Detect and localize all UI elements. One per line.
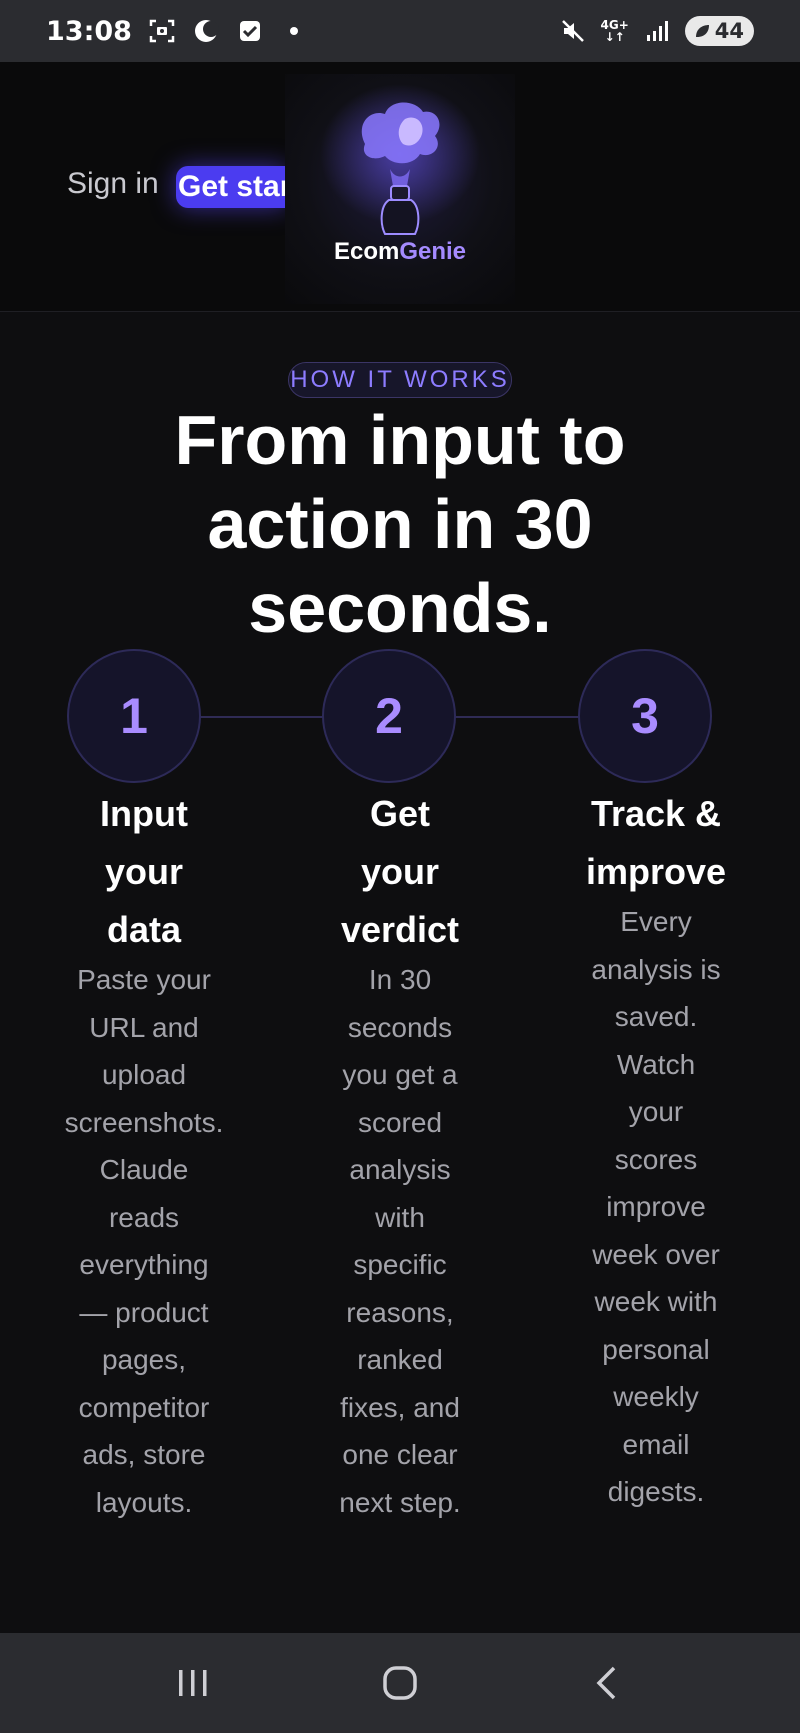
back-button[interactable] (577, 1653, 637, 1713)
step-1-circle: 1 (67, 649, 201, 783)
step-1-description: Paste your URL and upload screenshots. C… (64, 964, 224, 1518)
step-3-circle: 3 (578, 649, 712, 783)
step-3-title: Track & improve (585, 793, 727, 892)
step-1-number: 1 (120, 688, 148, 744)
step-1-title: Input your data (100, 793, 188, 950)
step-3-number: 3 (631, 688, 659, 744)
checkbox-icon (236, 17, 264, 45)
site-header: Sign in Get started EcomGenie (0, 62, 800, 312)
screenshot-icon (148, 17, 176, 45)
system-nav-bar (0, 1633, 800, 1733)
battery-level: 44 (714, 19, 744, 43)
back-icon (596, 1666, 615, 1700)
step-2-description: In 30 seconds you get a scored analysis … (339, 964, 461, 1518)
network-type-label: 4G+ ↓↑ (600, 18, 629, 44)
sign-in-link[interactable]: Sign in (67, 167, 159, 201)
genie-bottle-icon (320, 84, 480, 235)
step-3-description: Every analysis is saved. Watch your scor… (591, 906, 721, 1507)
recent-apps-button[interactable] (163, 1653, 223, 1713)
mute-icon (559, 17, 587, 45)
night-mode-icon (192, 17, 220, 45)
home-icon (383, 1666, 417, 1700)
step-2-number: 2 (375, 688, 403, 744)
ecomgenie-logo[interactable]: EcomGenie (285, 74, 515, 304)
home-button[interactable] (370, 1653, 430, 1713)
how-it-works-badge: HOW IT WORKS (288, 362, 512, 398)
power-saving-icon (695, 25, 709, 37)
status-bar: 13:08 4G+ ↓↑ 44 (0, 0, 800, 62)
ecomgenie-wordmark: EcomGenie (333, 238, 467, 265)
step-2-circle: 2 (322, 649, 456, 783)
signal-icon (643, 17, 671, 45)
section-headline: From input to action in 30 seconds. (174, 401, 626, 647)
step-2-title: Get your verdict (340, 793, 460, 950)
get-started-button[interactable]: Get started (176, 166, 286, 208)
notification-dot-icon (280, 17, 308, 45)
get-started-label: Get started (178, 170, 286, 203)
status-time: 13:08 (46, 15, 132, 47)
battery-indicator: 44 (684, 16, 754, 46)
recent-apps-icon (179, 1670, 207, 1696)
